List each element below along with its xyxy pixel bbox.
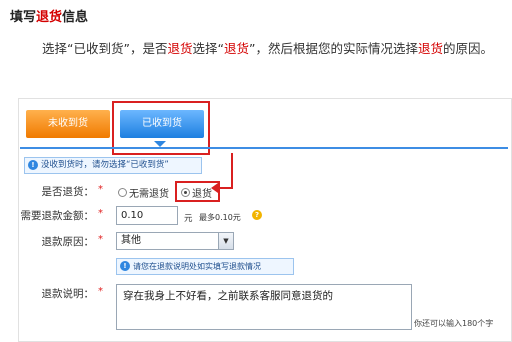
intro-text: 选择“ (192, 41, 224, 56)
heading-text: 填写 (10, 10, 37, 25)
radio-no-return[interactable] (118, 188, 127, 197)
refund-description-textarea[interactable]: 穿在我身上不好看，之前联系客服同意退货的 (116, 284, 412, 330)
amount-unit: 元 (184, 214, 193, 224)
reason-label: 退款原因： (41, 236, 95, 248)
reason-selected-value: 其他 (121, 235, 141, 246)
tab-not-received[interactable]: 未收到货 (26, 110, 110, 138)
char-count-hint: 你还可以输入180个字 (414, 319, 494, 328)
heading-highlight: 退货 (36, 10, 63, 25)
intro-highlight: 退货 (223, 41, 249, 56)
intro-text: ”，然后根据您的实际情况选择 (248, 41, 418, 56)
max-amount-text: 最多0.10元 (199, 213, 241, 222)
intro-highlight: 退货 (417, 41, 443, 56)
info-icon: ! (28, 160, 38, 170)
required-mark: * (98, 234, 103, 245)
annotation-highlight-box (175, 181, 220, 202)
intro-text: 选择“已收到货”，是否 (42, 41, 168, 56)
intro-highlight: 退货 (167, 41, 193, 56)
annotation-line (231, 153, 233, 188)
help-icon[interactable]: ? (252, 210, 262, 220)
refund-reason-select[interactable]: 其他 ▼ (116, 232, 234, 250)
chevron-down-icon[interactable]: ▼ (218, 233, 233, 249)
description-label: 退款说明： (41, 288, 95, 300)
intro-text: 的原因。 (442, 41, 493, 56)
required-mark: * (98, 286, 103, 297)
article-heading: 填写退货信息 (10, 6, 88, 25)
tip-text: 请您在退款说明处如实填写退款情况 (133, 262, 261, 271)
option-no-return-label[interactable]: 无需退货 (129, 185, 169, 200)
tab-divider (20, 147, 508, 149)
notice-text: 没收到货时，请勿选择“已收到货” (41, 160, 169, 170)
heading-text-end: 信息 (62, 10, 89, 25)
amount-label: 需要退款金额： (20, 210, 95, 222)
refund-amount-input[interactable]: 0.10 (116, 206, 178, 225)
notice-bar: ! 没收到货时，请勿选择“已收到货” (24, 157, 202, 174)
return-label: 是否退货： (41, 186, 95, 198)
required-mark: * (98, 184, 103, 195)
article-intro: 选择“已收到货”，是否退货选择“退货”，然后根据您的实际情况选择退货的原因。 (10, 36, 500, 61)
tip-bar: ! 请您在退款说明处如实填写退款情况 (116, 258, 294, 275)
required-mark: * (98, 208, 103, 219)
info-icon: ! (120, 261, 130, 271)
